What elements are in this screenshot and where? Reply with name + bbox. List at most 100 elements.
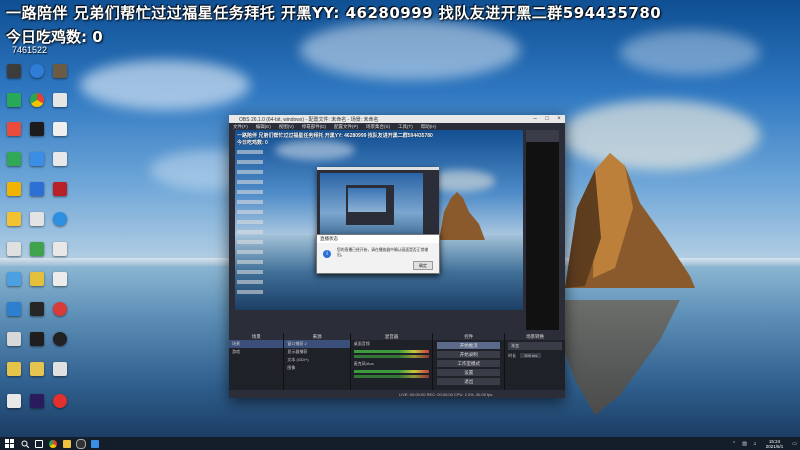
app-icon	[91, 439, 99, 448]
mixer-track-label: 桌面音频	[353, 341, 370, 346]
source-item[interactable]: 窗口捕获 2	[284, 340, 350, 348]
desktop-icon[interactable]	[2, 302, 26, 316]
desktop-icon[interactable]	[48, 272, 72, 286]
start-button[interactable]	[0, 437, 18, 450]
close-button[interactable]: ×	[553, 115, 565, 123]
settings-button[interactable]: 设置	[437, 369, 501, 376]
taskbar-app-explorer[interactable]	[60, 437, 74, 450]
desktop-icon[interactable]	[2, 362, 26, 376]
desktop-icon[interactable]	[48, 152, 72, 166]
source-item[interactable]: 显示器捕获	[284, 348, 349, 356]
stream-overlay-banner: 一路陪伴 兄弟们帮忙过过福星任务拜托 开黑YY: 46280999 找队友进开黑…	[6, 4, 662, 22]
desktop-icon[interactable]	[48, 93, 72, 107]
premiere-icon	[30, 394, 44, 408]
taskbar-app[interactable]	[88, 437, 102, 450]
menu-help[interactable]: 帮助(H)	[421, 124, 436, 130]
menu-docks[interactable]: 停靠部件(D)	[302, 124, 326, 130]
scene-item[interactable]: 场景	[229, 340, 284, 348]
maximize-button[interactable]: □	[541, 115, 553, 123]
desktop-icon[interactable]	[48, 212, 72, 226]
network-icon[interactable]: ▧	[742, 441, 747, 447]
scenes-dock: 场景 场景 游戏	[229, 333, 285, 398]
source-item[interactable]: 图像	[284, 364, 349, 372]
desktop-icon[interactable]	[2, 152, 26, 166]
transition-select[interactable]: 渐变	[508, 342, 562, 350]
clock[interactable]: 15:24 2021/6/1	[766, 439, 784, 449]
app-icon	[7, 394, 21, 408]
obs-preview-canvas[interactable]: 一路陪伴 兄弟们帮忙过过福星任务拜托 开黑YY: 46280999 找队友进开黑…	[235, 130, 523, 310]
taskbar-app-chrome[interactable]	[46, 437, 60, 450]
volume-slider[interactable]	[353, 355, 430, 358]
desktop-icon[interactable]	[2, 332, 26, 346]
desktop-icon[interactable]	[25, 212, 49, 226]
exit-button[interactable]: 退出	[437, 378, 501, 385]
desktop-icon[interactable]	[25, 242, 49, 256]
desktop-icon[interactable]	[25, 64, 49, 78]
notification-icon[interactable]: ▭	[792, 441, 797, 447]
task-view-button[interactable]	[32, 437, 46, 450]
tray-chevron-icon[interactable]: ⌃	[732, 441, 736, 447]
desktop-icon[interactable]	[2, 272, 26, 286]
source-item[interactable]: 文本 (GDI+)	[284, 356, 349, 364]
app-icon	[30, 272, 44, 286]
app-icon	[53, 242, 67, 256]
volume-icon[interactable]: ♫	[753, 441, 757, 447]
volume-slider[interactable]	[353, 375, 430, 378]
sources-dock: 来源 窗口捕获 2 显示器捕获 文本 (GDI+) 图像	[284, 333, 351, 398]
dialog-ok-button[interactable]: 确定	[413, 261, 433, 270]
taskbar-app-obs[interactable]	[74, 437, 88, 450]
desktop-icon[interactable]	[25, 302, 49, 316]
obs-dock-row: 场景 场景 游戏 来源 窗口捕获 2 显示器捕获 文本 (GDI+) 图像 混音…	[229, 333, 565, 398]
desktop-icon[interactable]	[2, 122, 26, 136]
preview-rock	[439, 192, 485, 240]
desktop-icon[interactable]	[25, 122, 49, 136]
overlay-id: 7461522	[12, 45, 48, 55]
obs-titlebar[interactable]: OBS 26.1.0 (64-bit, windows) - 配置文件: 未命名…	[229, 115, 565, 123]
desktop-icon[interactable]	[48, 302, 72, 316]
desktop-icon[interactable]	[48, 182, 72, 196]
desktop-icon[interactable]	[48, 122, 72, 136]
desktop-icon[interactable]	[25, 182, 49, 196]
desktop-icon[interactable]	[2, 242, 26, 256]
desktop-icon[interactable]	[2, 394, 26, 408]
app-icon	[53, 302, 67, 316]
menu-scene-collection[interactable]: 场景集合(S)	[366, 124, 390, 130]
desktop-icon[interactable]	[48, 64, 72, 78]
desktop-icon[interactable]	[48, 332, 72, 346]
transition-duration: 时长 300 ms	[505, 352, 565, 360]
transitions-dock: 场景转换 渐变 时长 300 ms	[505, 333, 565, 398]
desktop-icon[interactable]	[48, 394, 72, 408]
app-icon	[53, 362, 67, 376]
desktop-icon[interactable]	[48, 362, 72, 376]
menu-profile[interactable]: 配置文件(P)	[334, 124, 358, 130]
menu-view[interactable]: 视图(V)	[279, 124, 294, 130]
desktop-icon[interactable]	[2, 182, 26, 196]
preview-obs-canvas-nested	[348, 188, 386, 212]
menu-tools[interactable]: 工具(T)	[398, 124, 413, 130]
minimize-button[interactable]: –	[529, 115, 541, 123]
folder-icon	[63, 439, 71, 448]
studio-mode-button[interactable]: 工作室模式	[437, 360, 501, 367]
dialog-title: 直播状态	[317, 235, 439, 243]
desktop-icon[interactable]	[48, 242, 72, 256]
desktop-icon[interactable]	[25, 332, 49, 346]
app-icon	[30, 362, 44, 376]
app-icon	[7, 182, 21, 196]
desktop-icon-grid	[0, 60, 75, 435]
desktop-icon[interactable]	[2, 64, 26, 78]
menu-file[interactable]: 文件(F)	[233, 124, 248, 130]
menu-edit[interactable]: 编辑(E)	[256, 124, 271, 130]
desktop-icon[interactable]	[25, 394, 49, 408]
desktop-icon[interactable]	[25, 152, 49, 166]
desktop-icon[interactable]	[25, 272, 49, 286]
desktop-icon[interactable]	[2, 93, 26, 107]
search-button[interactable]	[18, 437, 32, 450]
desktop-icon[interactable]	[2, 212, 26, 226]
transition-duration-input[interactable]: 300 ms	[520, 353, 542, 358]
preview-cloud	[275, 140, 355, 160]
start-streaming-button[interactable]: 开始推流	[437, 342, 501, 349]
start-recording-button[interactable]: 开始录制	[437, 351, 501, 358]
scene-item[interactable]: 游戏	[229, 348, 283, 356]
desktop-icon[interactable]	[25, 93, 49, 107]
desktop-icon[interactable]	[25, 362, 49, 376]
